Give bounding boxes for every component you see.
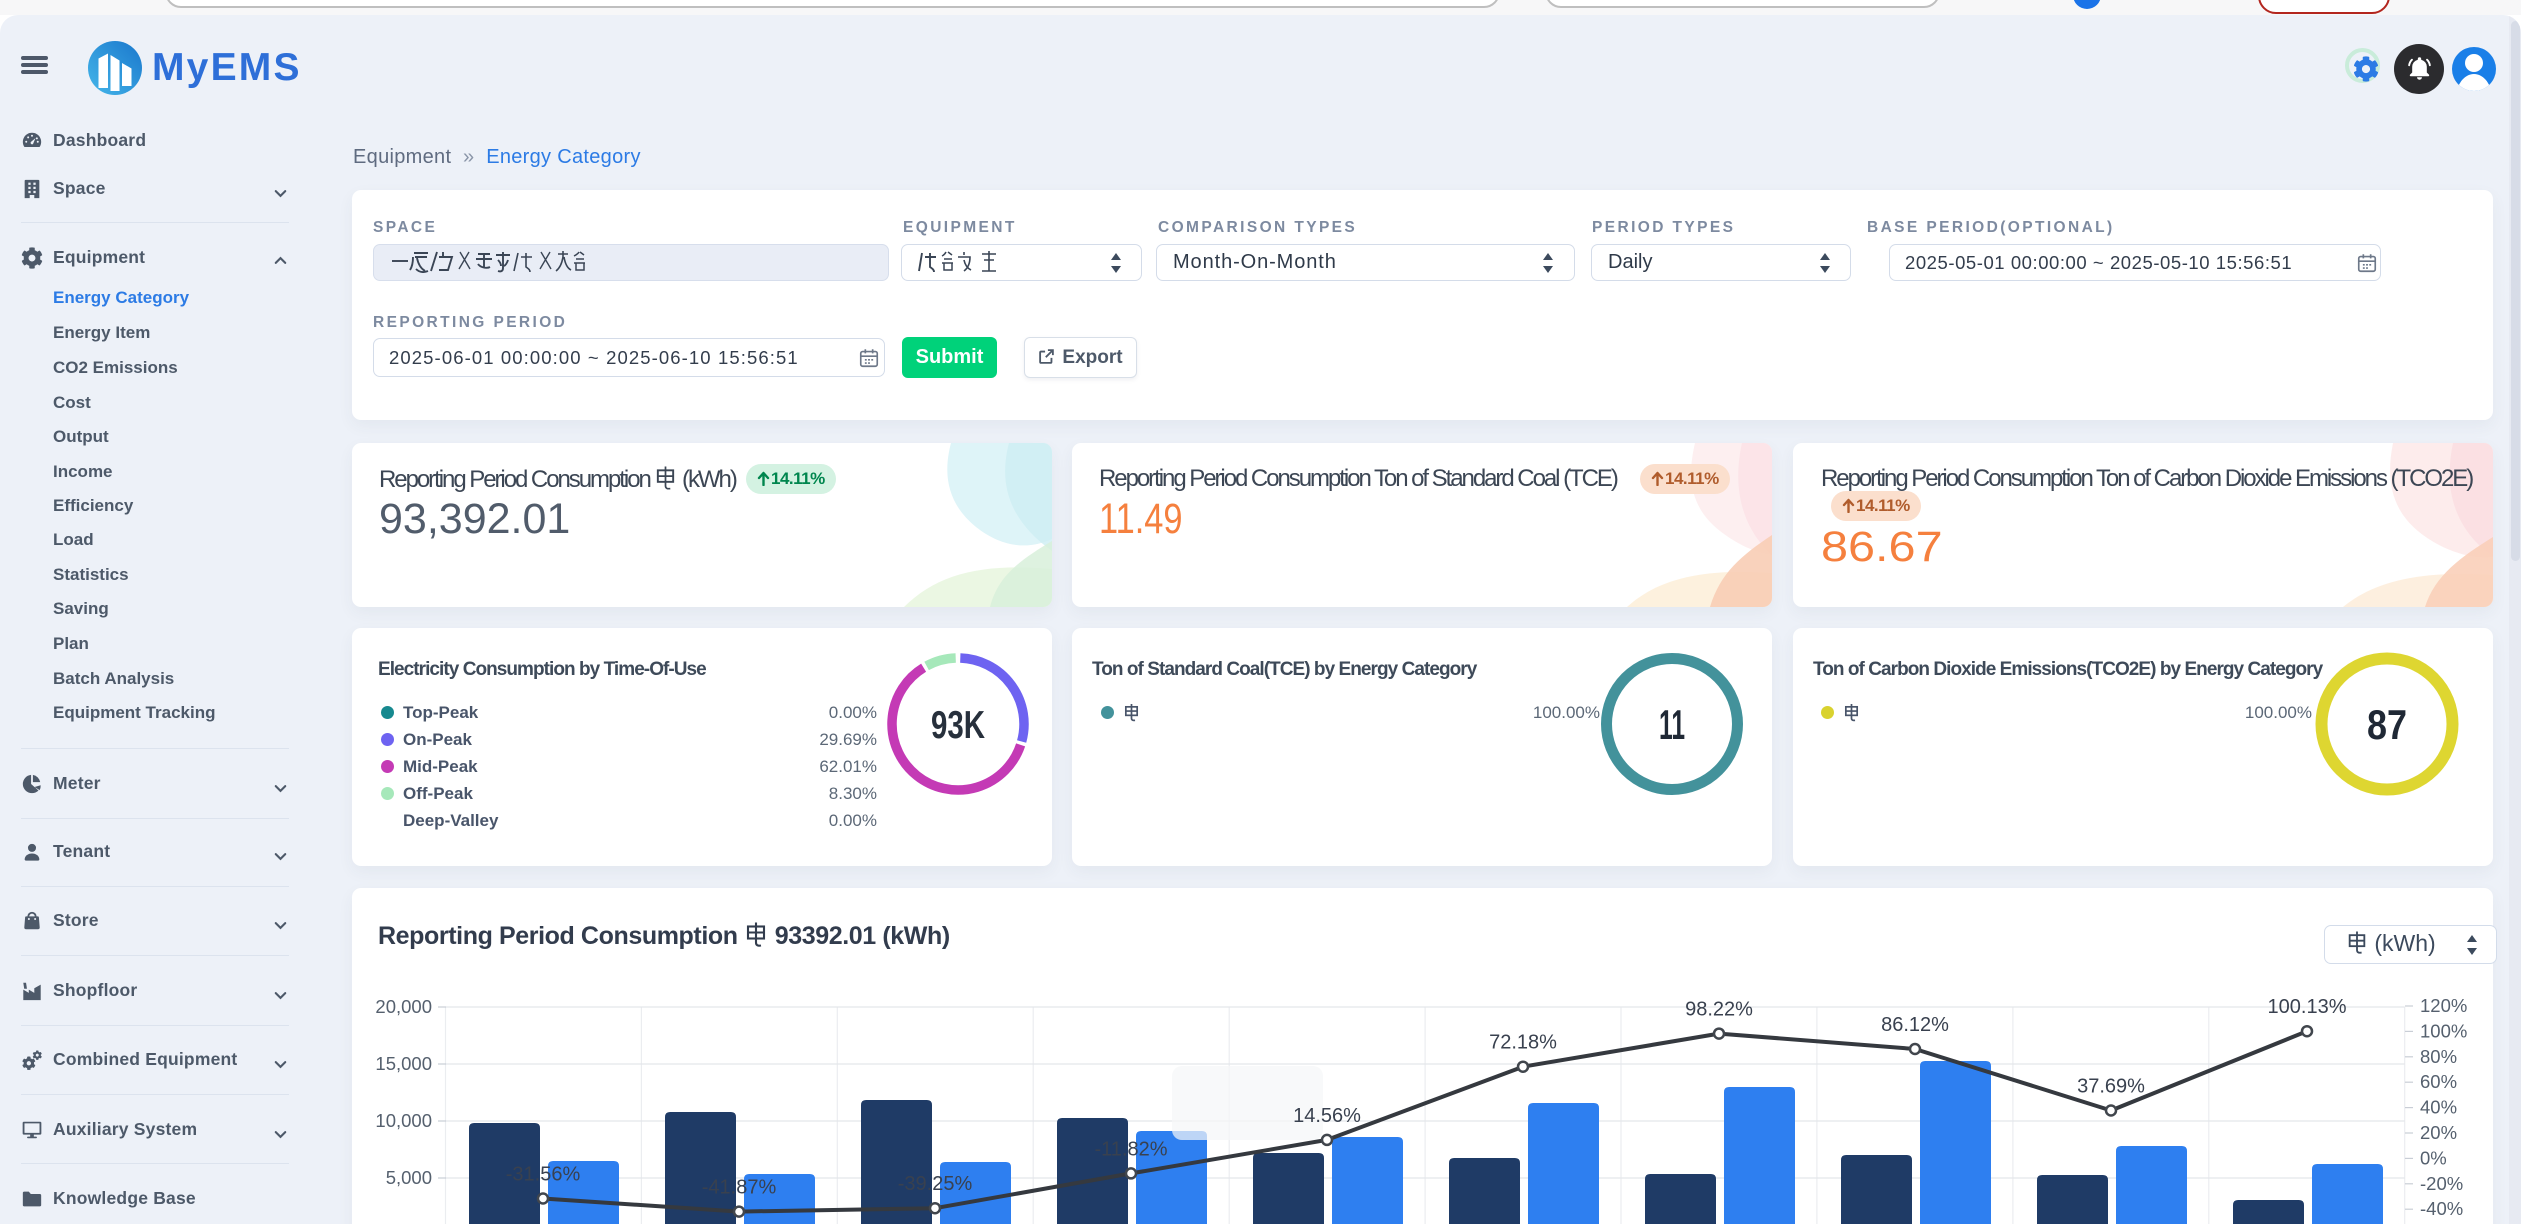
svg-text:0%: 0%	[2420, 1147, 2447, 1168]
svg-text:5,000: 5,000	[386, 1167, 432, 1188]
svg-text:72.18%: 72.18%	[1489, 1032, 1557, 1054]
svg-text:93K: 93K	[931, 704, 985, 747]
svg-text:-20%: -20%	[2420, 1173, 2463, 1194]
svg-text:-41.87%: -41.87%	[702, 1177, 777, 1199]
svg-text:-39.25%: -39.25%	[898, 1173, 973, 1195]
svg-text:37.69%: 37.69%	[2077, 1076, 2145, 1098]
svg-text:100.13%: 100.13%	[2268, 996, 2347, 1018]
svg-text:120%: 120%	[2420, 995, 2467, 1016]
svg-text:15,000: 15,000	[375, 1053, 432, 1074]
svg-text:20,000: 20,000	[375, 996, 432, 1017]
svg-text:80%: 80%	[2420, 1046, 2457, 1067]
svg-text:-31.56%: -31.56%	[506, 1164, 581, 1186]
svg-text:20%: 20%	[2420, 1122, 2457, 1143]
svg-text:60%: 60%	[2420, 1071, 2457, 1092]
svg-text:-40%: -40%	[2420, 1198, 2463, 1219]
svg-text:14.56%: 14.56%	[1293, 1105, 1361, 1127]
svg-text:86.12%: 86.12%	[1881, 1014, 1949, 1036]
svg-text:87: 87	[2367, 701, 2407, 748]
svg-text:10,000: 10,000	[375, 1110, 432, 1131]
svg-text:100%: 100%	[2420, 1020, 2467, 1041]
svg-text:11: 11	[1659, 701, 1685, 748]
svg-text:40%: 40%	[2420, 1097, 2457, 1118]
svg-text:-11.82%: -11.82%	[1094, 1138, 1167, 1160]
svg-text:98.22%: 98.22%	[1685, 999, 1753, 1021]
